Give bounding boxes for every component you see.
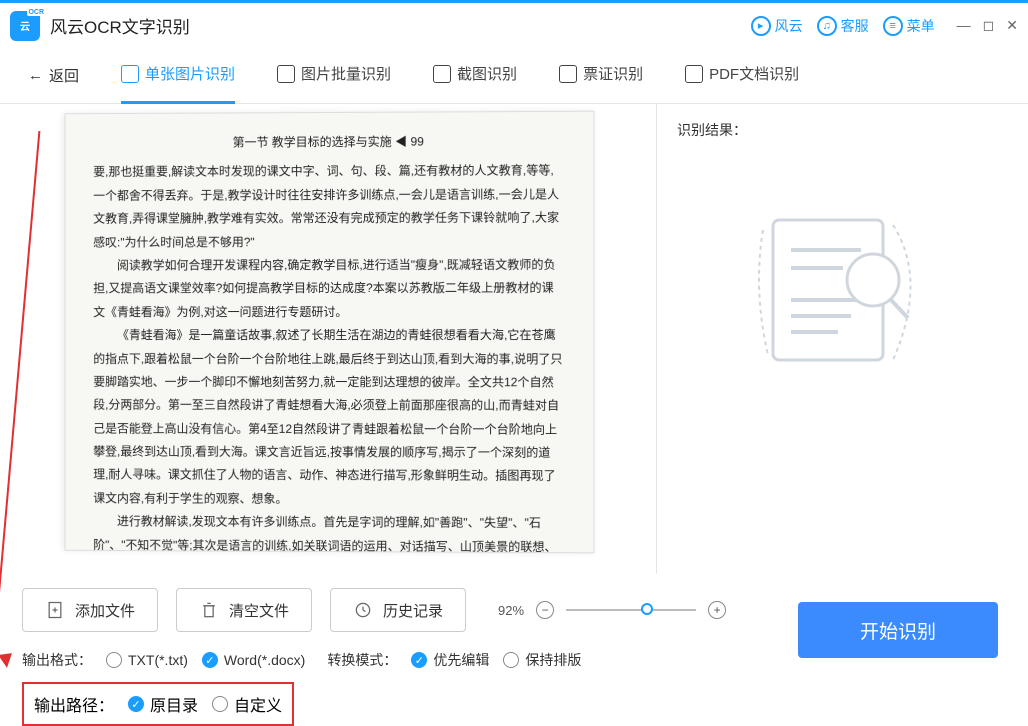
zoom-in-button[interactable]: + xyxy=(708,601,726,619)
zoom-thumb[interactable] xyxy=(641,603,653,615)
tab-ticket[interactable]: 票证识别 xyxy=(559,63,643,88)
priority-edit-label: 优先编辑 xyxy=(433,650,489,670)
trash-icon xyxy=(199,600,219,620)
mode-priority-edit-option[interactable]: 优先编辑 xyxy=(411,650,489,670)
result-label: 识别结果： xyxy=(677,120,1008,140)
tab-screenshot[interactable]: 截图识别 xyxy=(433,63,517,88)
mode-keep-layout-option[interactable]: 保持排版 xyxy=(503,650,581,670)
doc-paragraph: 进行教材解读,发现文本有许多训练点。首先是字词的理解,如"善跑"、"失望"、"石… xyxy=(93,510,565,553)
format-word-option[interactable]: Word(*.docx) xyxy=(202,652,305,668)
tab-ticket-label: 票证识别 xyxy=(583,63,643,84)
images-icon xyxy=(277,65,295,83)
image-icon xyxy=(121,65,139,83)
fengyun-link[interactable]: ▸ 风云 xyxy=(751,16,803,36)
support-label: 客服 xyxy=(841,16,869,36)
output-custom-label: 自定义 xyxy=(234,692,282,716)
keep-layout-label: 保持排版 xyxy=(525,650,581,670)
zoom-out-button[interactable]: − xyxy=(536,601,554,619)
tab-single-image[interactable]: 单张图片识别 xyxy=(121,63,235,88)
tab-single-label: 单张图片识别 xyxy=(145,63,235,84)
clock-icon xyxy=(353,600,373,620)
pdf-icon xyxy=(685,65,703,83)
tab-pdf[interactable]: PDF文档识别 xyxy=(685,63,799,88)
fengyun-label: 风云 xyxy=(775,16,803,36)
empty-placeholder xyxy=(677,210,1008,370)
output-custom-option[interactable]: 自定义 xyxy=(212,692,282,716)
fengyun-icon: ▸ xyxy=(751,16,771,36)
back-button[interactable]: ← 返回 xyxy=(28,65,79,86)
output-original-label: 原目录 xyxy=(150,692,198,716)
result-pane: 识别结果： xyxy=(656,104,1028,574)
menu-link[interactable]: ≡ 菜单 xyxy=(883,16,935,36)
radio-checked-icon xyxy=(202,652,218,668)
document-page[interactable]: 第一节 教学目标的选择与实施 ◀ 99 要,那也挺重要,解读文本时发现的课文中字… xyxy=(65,111,595,554)
tab-batch-label: 图片批量识别 xyxy=(301,63,391,84)
back-label: 返回 xyxy=(49,65,79,86)
history-button[interactable]: 历史记录 xyxy=(330,588,466,632)
add-file-button[interactable]: 添加文件 xyxy=(22,588,158,632)
radio-checked-icon xyxy=(411,652,427,668)
headset-icon: ♫ xyxy=(817,16,837,36)
start-label: 开始识别 xyxy=(860,617,936,644)
crop-icon xyxy=(433,65,451,83)
menu-icon: ≡ xyxy=(883,16,903,36)
zoom-slider[interactable] xyxy=(566,609,696,611)
output-path-label: 输出路径： xyxy=(34,692,114,716)
zoom-value: 92% xyxy=(498,603,524,618)
doc-paragraph: 要,那也挺重要,解读文本时发现的课文中字、词、句、段、篇,还有教材的人文教育,等… xyxy=(93,160,565,255)
app-title: 风云OCR文字识别 xyxy=(50,13,190,38)
maximize-button[interactable]: ◻ xyxy=(983,17,995,34)
app-logo: 云 xyxy=(10,11,40,41)
doc-paragraph: 阅读教学如何合理开发课程内容,确定教学目标,进行适当"瘦身",既减轻语文教师的负… xyxy=(93,254,565,325)
convert-mode-label: 转换模式： xyxy=(327,650,397,670)
ticket-icon xyxy=(559,65,577,83)
minimize-button[interactable]: — xyxy=(957,17,971,34)
radio-icon xyxy=(503,652,519,668)
file-plus-icon xyxy=(45,600,65,620)
annotation-arrow-head xyxy=(0,653,14,669)
clear-file-label: 清空文件 xyxy=(229,600,289,621)
output-format-label: 输出格式： xyxy=(22,650,92,670)
history-label: 历史记录 xyxy=(383,600,443,621)
format-word-label: Word(*.docx) xyxy=(224,652,305,668)
document-preview-pane: 第一节 教学目标的选择与实施 ◀ 99 要,那也挺重要,解读文本时发现的课文中字… xyxy=(0,104,656,574)
clear-file-button[interactable]: 清空文件 xyxy=(176,588,312,632)
tab-batch-image[interactable]: 图片批量识别 xyxy=(277,63,391,88)
tab-pdf-label: PDF文档识别 xyxy=(709,63,799,84)
output-original-option[interactable]: 原目录 xyxy=(128,692,198,716)
radio-icon xyxy=(212,696,228,712)
radio-icon xyxy=(106,652,122,668)
tab-screenshot-label: 截图识别 xyxy=(457,63,517,84)
format-txt-label: TXT(*.txt) xyxy=(128,652,188,668)
doc-paragraph: 《青蛙看海》是一篇童话故事,叙述了长期生活在湖边的青蛙很想看看大海,它在苍鹰的指… xyxy=(93,324,565,512)
menu-label: 菜单 xyxy=(907,16,935,36)
add-file-label: 添加文件 xyxy=(75,600,135,621)
support-link[interactable]: ♫ 客服 xyxy=(817,16,869,36)
document-search-icon xyxy=(743,210,943,370)
radio-checked-icon xyxy=(128,696,144,712)
doc-header: 第一节 教学目标的选择与实施 ◀ 99 xyxy=(93,130,565,155)
start-recognition-button[interactable]: 开始识别 xyxy=(798,602,998,658)
arrow-left-icon: ← xyxy=(28,67,43,84)
output-path-highlight: 输出路径： 原目录 自定义 xyxy=(22,682,294,726)
format-txt-option[interactable]: TXT(*.txt) xyxy=(106,652,188,668)
close-button[interactable]: ✕ xyxy=(1006,17,1018,34)
